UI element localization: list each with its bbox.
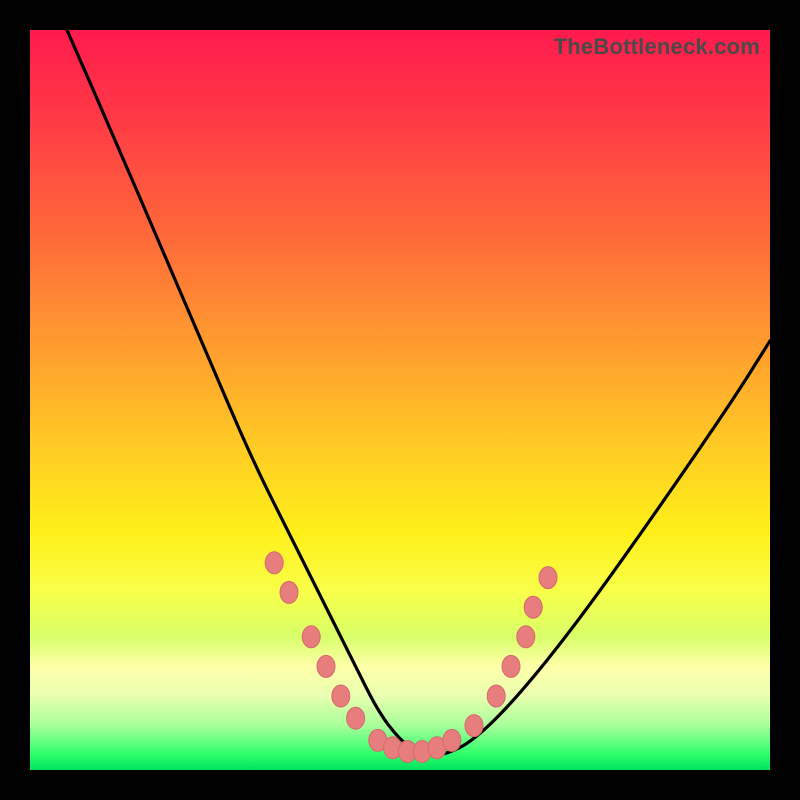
curve-marker bbox=[502, 655, 520, 677]
chart-frame: TheBottleneck.com bbox=[0, 0, 800, 800]
curve-marker bbox=[524, 596, 542, 618]
curve-marker bbox=[302, 626, 320, 648]
marker-group bbox=[265, 552, 557, 763]
curve-marker bbox=[280, 581, 298, 603]
curve-marker bbox=[487, 685, 505, 707]
valley-curve-path bbox=[67, 30, 770, 755]
curve-marker bbox=[317, 655, 335, 677]
curve-marker bbox=[443, 729, 461, 751]
plot-area: TheBottleneck.com bbox=[30, 30, 770, 770]
curve-marker bbox=[332, 685, 350, 707]
curve-marker bbox=[539, 567, 557, 589]
curve-marker bbox=[465, 715, 483, 737]
curve-marker bbox=[517, 626, 535, 648]
curve-marker bbox=[347, 707, 365, 729]
curve-marker bbox=[265, 552, 283, 574]
valley-curve-svg bbox=[30, 30, 770, 770]
